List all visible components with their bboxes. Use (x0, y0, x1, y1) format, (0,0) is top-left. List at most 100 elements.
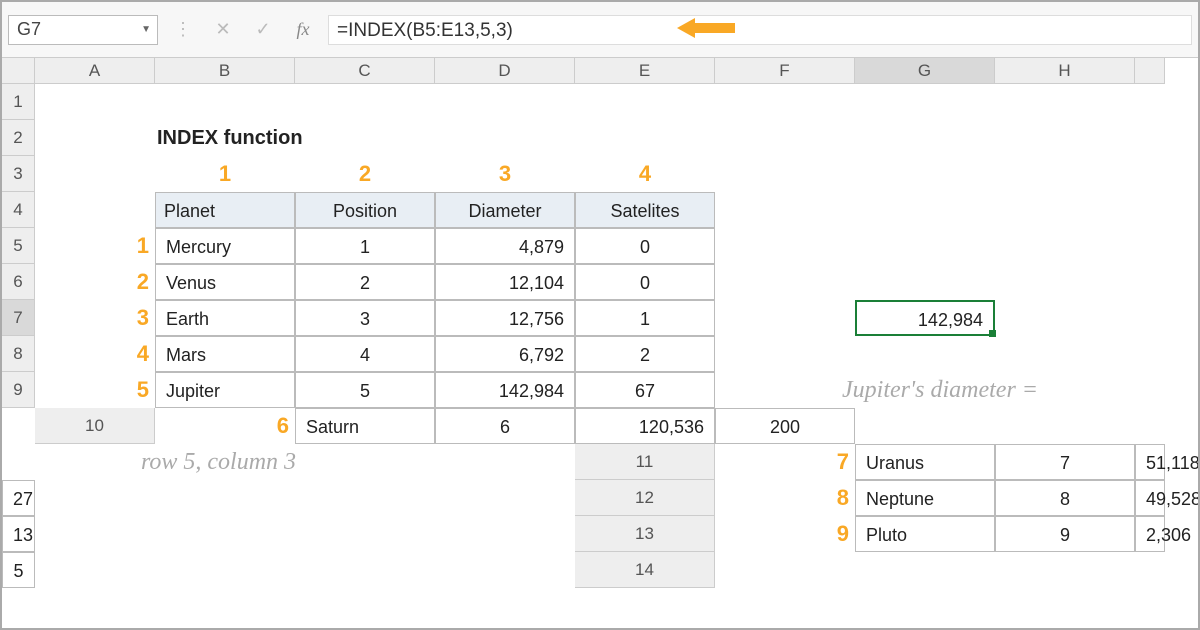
cell[interactable] (1135, 156, 1165, 192)
td-dia[interactable]: 142,984 (435, 372, 575, 408)
th-position[interactable]: Position (295, 192, 435, 228)
row-header-3[interactable]: 3 (2, 156, 35, 192)
cell[interactable] (435, 84, 575, 120)
cell[interactable] (1135, 192, 1165, 228)
cell[interactable] (995, 336, 1135, 372)
cell[interactable] (715, 552, 855, 588)
row-header-6[interactable]: 6 (2, 264, 35, 300)
td-dia[interactable]: 4,879 (435, 228, 575, 264)
td-dia[interactable]: 49,528 (1135, 480, 1165, 516)
row-num[interactable]: 2 (35, 264, 155, 300)
row-header-12[interactable]: 12 (575, 480, 715, 516)
td-sat[interactable]: 67 (575, 372, 715, 408)
cell[interactable] (435, 516, 575, 552)
cell[interactable] (155, 480, 295, 516)
td-sat[interactable]: 0 (575, 228, 715, 264)
col-header-C[interactable]: C (295, 58, 435, 84)
formula-input[interactable]: =INDEX(B5:E13,5,3) (328, 15, 1192, 45)
cell[interactable] (435, 444, 575, 480)
cell[interactable] (855, 552, 995, 588)
cell[interactable] (35, 120, 155, 156)
td-pos[interactable]: 7 (995, 444, 1135, 480)
cell[interactable] (715, 120, 855, 156)
cell[interactable] (1135, 552, 1165, 588)
cell[interactable] (995, 120, 1135, 156)
cell[interactable] (35, 156, 155, 192)
cell[interactable] (715, 84, 855, 120)
td-pos[interactable]: 9 (995, 516, 1135, 552)
section-heading[interactable]: INDEX function (155, 120, 295, 156)
spreadsheet-grid[interactable]: A B C D E F G H 1 2 INDEX function 3 1 (2, 58, 1198, 624)
col-num-2[interactable]: 2 (295, 156, 435, 192)
row-header-2[interactable]: 2 (2, 120, 35, 156)
cell[interactable] (35, 84, 155, 120)
cell[interactable] (155, 552, 295, 588)
col-header-E[interactable]: E (575, 58, 715, 84)
cell[interactable] (715, 228, 855, 264)
cell[interactable] (855, 120, 995, 156)
row-header-7[interactable]: 7 (2, 300, 35, 336)
col-num-3[interactable]: 3 (435, 156, 575, 192)
td-sat[interactable]: 200 (715, 408, 855, 444)
td-sat[interactable]: 0 (575, 264, 715, 300)
td-planet[interactable]: Venus (155, 264, 295, 300)
td-pos[interactable]: 6 (435, 408, 575, 444)
cell[interactable] (1135, 84, 1165, 120)
col-header-H[interactable]: H (995, 58, 1135, 84)
col-num-4[interactable]: 4 (575, 156, 715, 192)
cell[interactable] (35, 192, 155, 228)
corner-cell[interactable] (2, 58, 35, 84)
cell[interactable] (1135, 228, 1165, 264)
cell[interactable] (575, 84, 715, 120)
td-dia[interactable]: 12,104 (435, 264, 575, 300)
td-planet[interactable]: Pluto (855, 516, 995, 552)
td-dia[interactable]: 6,792 (435, 336, 575, 372)
cell[interactable] (295, 120, 435, 156)
td-dia[interactable]: 12,756 (435, 300, 575, 336)
cell[interactable] (995, 192, 1135, 228)
cell[interactable] (155, 516, 295, 552)
td-planet[interactable]: Mars (155, 336, 295, 372)
cell[interactable] (1135, 300, 1165, 336)
cell[interactable] (995, 228, 1135, 264)
td-planet[interactable]: Neptune (855, 480, 995, 516)
cell[interactable] (1135, 264, 1165, 300)
cell[interactable] (715, 264, 855, 300)
cell[interactable] (995, 264, 1135, 300)
name-box[interactable]: G7 ▼ (8, 15, 158, 45)
th-planet[interactable]: Planet (155, 192, 295, 228)
col-header-A[interactable]: A (35, 58, 155, 84)
td-pos[interactable]: 3 (295, 300, 435, 336)
cell[interactable] (855, 84, 995, 120)
cell[interactable] (35, 516, 155, 552)
row-num[interactable]: 3 (35, 300, 155, 336)
cell[interactable] (295, 480, 435, 516)
row-header-8[interactable]: 8 (2, 336, 35, 372)
enter-icon[interactable]: ✓ (248, 19, 278, 40)
td-planet[interactable]: Mercury (155, 228, 295, 264)
td-pos[interactable]: 4 (295, 336, 435, 372)
row-header-1[interactable]: 1 (2, 84, 35, 120)
row-num[interactable]: 8 (715, 480, 855, 516)
cell[interactable] (155, 84, 295, 120)
td-dia[interactable]: 120,536 (575, 408, 715, 444)
row-header-10[interactable]: 10 (35, 408, 155, 444)
cell[interactable] (715, 300, 855, 336)
cancel-icon[interactable]: ✕ (208, 19, 238, 40)
cell[interactable] (295, 588, 435, 624)
col-num-1[interactable]: 1 (155, 156, 295, 192)
td-pos[interactable]: 2 (295, 264, 435, 300)
row-header-13[interactable]: 13 (575, 516, 715, 552)
cell[interactable] (155, 588, 295, 624)
cell[interactable] (855, 336, 995, 372)
cell[interactable] (435, 120, 575, 156)
cell[interactable] (2, 408, 35, 444)
td-dia[interactable]: 51,118 (1135, 444, 1165, 480)
cell[interactable] (35, 552, 155, 588)
fx-icon[interactable]: fx (288, 19, 318, 40)
cell[interactable] (2, 588, 35, 624)
cell[interactable] (295, 516, 435, 552)
td-sat[interactable]: 1 (575, 300, 715, 336)
cell[interactable] (715, 156, 855, 192)
cell[interactable] (295, 84, 435, 120)
